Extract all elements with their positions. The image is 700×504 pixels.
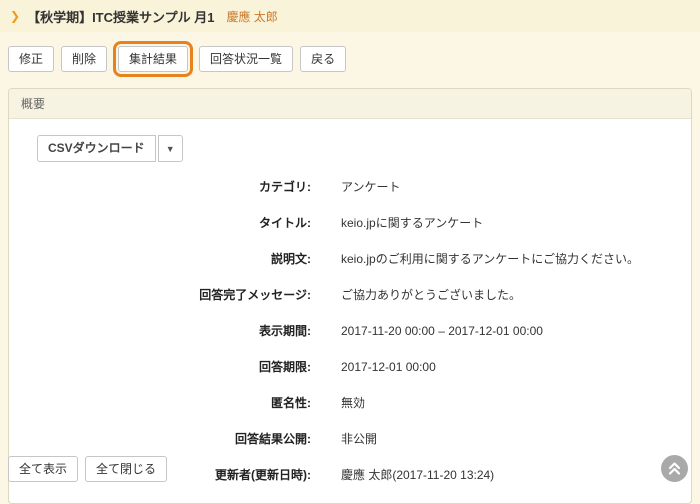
field-label: 匿名性:	[29, 394, 311, 411]
response-status-list-button[interactable]: 回答状況一覧	[199, 46, 293, 72]
aggregate-results-button[interactable]: 集計結果	[118, 46, 188, 72]
panel-body: CSVダウンロード ▼ カテゴリ: アンケート タイトル: keio.jpに関す…	[9, 119, 691, 502]
field-label: 表示期間:	[29, 322, 311, 339]
user-name: 慶應 太郎	[226, 8, 277, 25]
back-button[interactable]: 戻る	[300, 46, 346, 72]
page-title: 【秋学期】ITC授業サンプル 月1	[27, 7, 214, 26]
delete-button[interactable]: 削除	[61, 46, 107, 72]
field-value: 2017-11-20 00:00 – 2017-12-01 00:00	[341, 324, 543, 338]
csv-download-split-button: CSVダウンロード ▼	[37, 135, 183, 161]
field-value: 2017-12-01 00:00	[341, 360, 436, 374]
edit-button[interactable]: 修正	[8, 46, 54, 72]
field-row-description: 説明文: keio.jpのご利用に関するアンケートにご協力ください。	[29, 250, 671, 267]
field-label: タイトル:	[29, 214, 311, 231]
show-all-button[interactable]: 全て表示	[8, 456, 78, 482]
field-row-display-period: 表示期間: 2017-11-20 00:00 – 2017-12-01 00:0…	[29, 322, 671, 339]
footer-toolbar: 全て表示 全て閉じる	[8, 456, 167, 482]
field-value: 慶應 太郎(2017-11-20 13:24)	[341, 466, 494, 483]
field-label: 説明文:	[29, 250, 311, 267]
field-row-title: タイトル: keio.jpに関するアンケート	[29, 214, 671, 231]
field-value: 無効	[341, 394, 365, 411]
field-row-anonymity: 匿名性: 無効	[29, 394, 671, 411]
field-value: keio.jpに関するアンケート	[341, 214, 483, 231]
field-row-completion-message: 回答完了メッセージ: ご協力ありがとうございました。	[29, 286, 671, 303]
csv-download-button[interactable]: CSVダウンロード	[37, 135, 156, 161]
breadcrumb-chevron-icon: ❯	[10, 10, 20, 22]
field-row-response-deadline: 回答期限: 2017-12-01 00:00	[29, 358, 671, 375]
double-chevron-up-icon	[667, 461, 682, 476]
caret-down-icon: ▼	[166, 144, 175, 154]
field-list: カテゴリ: アンケート タイトル: keio.jpに関するアンケート 説明文: …	[29, 178, 671, 483]
field-label: 回答期限:	[29, 358, 311, 375]
page-header: ❯ 【秋学期】ITC授業サンプル 月1 慶應 太郎	[0, 0, 700, 32]
field-row-category: カテゴリ: アンケート	[29, 178, 671, 195]
field-label: 回答完了メッセージ:	[29, 286, 311, 303]
close-all-button[interactable]: 全て閉じる	[85, 456, 167, 482]
field-label: 回答結果公開:	[29, 430, 311, 447]
field-value: keio.jpのご利用に関するアンケートにご協力ください。	[341, 250, 639, 267]
field-value: アンケート	[341, 178, 401, 195]
scroll-to-top-button[interactable]	[661, 455, 688, 482]
toolbar: 修正 削除 集計結果 回答状況一覧 戻る	[0, 32, 700, 82]
csv-download-dropdown-button[interactable]: ▼	[158, 135, 183, 161]
field-value: 非公開	[341, 430, 377, 447]
field-row-result-publication: 回答結果公開: 非公開	[29, 430, 671, 447]
field-label: カテゴリ:	[29, 178, 311, 195]
panel-header-title: 概要	[9, 89, 691, 119]
field-value: ご協力ありがとうございました。	[341, 286, 521, 303]
overview-panel: 概要 CSVダウンロード ▼ カテゴリ: アンケート タイトル: keio.jp…	[8, 88, 692, 503]
